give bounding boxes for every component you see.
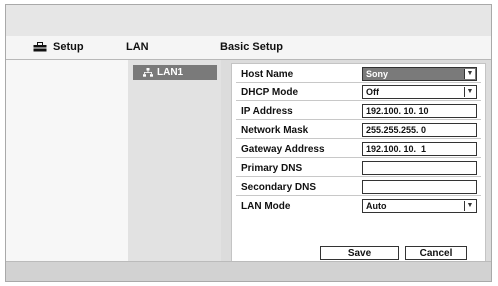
dhcp-mode-value: Off	[366, 87, 379, 97]
left-pane	[6, 60, 128, 261]
breadcrumb-lan[interactable]: LAN	[126, 41, 149, 53]
lan-mode-label: LAN Mode	[241, 201, 291, 212]
ip-address-label: IP Address	[241, 106, 293, 117]
triangle-down-icon[interactable]: ▼	[464, 201, 475, 211]
host-name-value: Sony	[366, 69, 389, 79]
gateway-address-field[interactable]: 192.100. 10. 1	[362, 142, 477, 156]
sidebar-item-lan1[interactable]: LAN1	[133, 65, 217, 80]
ip-address-field[interactable]: 192.100. 10. 10	[362, 104, 477, 118]
secondary-dns-label: Secondary DNS	[241, 182, 317, 193]
triangle-down-icon[interactable]: ▼	[464, 69, 475, 79]
breadcrumb-header: Setup LAN Basic Setup	[6, 36, 491, 60]
network-mask-field[interactable]: 255.255.255. 0	[362, 123, 477, 137]
row-dhcp-mode: DHCP Mode Off ▼	[236, 85, 481, 101]
row-primary-dns: Primary DNS	[236, 161, 481, 177]
row-network-mask: Network Mask 255.255.255. 0	[236, 123, 481, 139]
network-icon	[143, 68, 153, 77]
primary-dns-label: Primary DNS	[241, 163, 303, 174]
host-name-select[interactable]: Sony ▼	[362, 67, 477, 81]
breadcrumb-setup-label: Setup	[53, 41, 84, 53]
dhcp-mode-select[interactable]: Off ▼	[362, 85, 477, 99]
primary-dns-field[interactable]	[362, 161, 477, 175]
row-host-name: Host Name Sony ▼	[236, 67, 481, 83]
row-secondary-dns: Secondary DNS	[236, 180, 481, 196]
gateway-address-label: Gateway Address	[241, 144, 325, 155]
lan-mode-value: Auto	[366, 201, 387, 211]
triangle-down-icon[interactable]: ▼	[464, 87, 475, 97]
network-mask-label: Network Mask	[241, 125, 309, 136]
bottom-bar	[6, 261, 491, 281]
save-button[interactable]: Save	[320, 246, 399, 260]
basic-setup-form: Host Name Sony ▼ DHCP Mode Off ▼ IP Addr…	[231, 63, 486, 262]
settings-window: Setup LAN Basic Setup LAN1 Host Name Son…	[5, 4, 492, 282]
row-lan-mode: LAN Mode Auto ▼	[236, 199, 481, 214]
lan-mode-select[interactable]: Auto ▼	[362, 199, 477, 213]
sidebar-item-lan1-label: LAN1	[157, 67, 184, 78]
row-gateway-address: Gateway Address 192.100. 10. 1	[236, 142, 481, 158]
toolbox-icon	[33, 42, 47, 52]
breadcrumb-setup[interactable]: Setup	[33, 41, 84, 53]
host-name-label: Host Name	[241, 69, 294, 80]
cancel-button[interactable]: Cancel	[405, 246, 467, 260]
dhcp-mode-label: DHCP Mode	[241, 87, 299, 98]
lan-list-pane	[128, 60, 221, 261]
top-bar	[6, 5, 491, 36]
row-ip-address: IP Address 192.100. 10. 10	[236, 104, 481, 120]
page-title: Basic Setup	[220, 41, 283, 53]
secondary-dns-field[interactable]	[362, 180, 477, 194]
